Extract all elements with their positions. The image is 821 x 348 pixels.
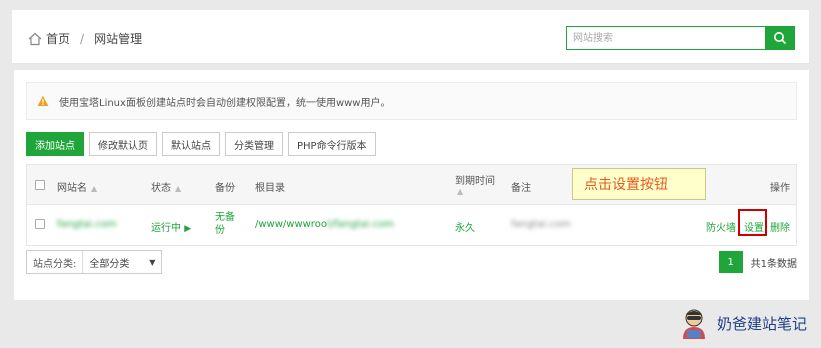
sort-arrow-icon: ▲ [175, 184, 182, 193]
breadcrumb: 首页 / 网站管理 [28, 30, 142, 47]
expiry-value[interactable]: 永久 [455, 219, 475, 234]
default-site-button[interactable]: 默认站点 [162, 132, 220, 156]
root-dir-prefix: /www/wwwroo [255, 219, 327, 230]
developer-avatar-icon [682, 309, 705, 339]
category-manage-button[interactable]: 分类管理 [225, 132, 283, 156]
select-all-checkbox[interactable] [35, 180, 45, 190]
category-select[interactable]: 全部分类 ▼ [83, 251, 161, 273]
status-text: 运行中 [151, 223, 181, 234]
status-toggle[interactable]: 运行中 ▶ [151, 219, 191, 234]
remark-field[interactable]: fangtai.com [511, 219, 571, 230]
action-toolbar: 添加站点 修改默认页 默认站点 分类管理 PHP命令行版本 [26, 132, 381, 156]
search-input[interactable] [566, 26, 765, 50]
col-operation: 操作 [770, 183, 790, 194]
search-button[interactable] [765, 26, 795, 50]
col-expiry-label: 到期时间 [455, 176, 495, 187]
breadcrumb-current: 网站管理 [94, 32, 143, 46]
backup-text-1: 无备 [215, 212, 235, 223]
category-filter-label: 站点分类: [27, 251, 84, 273]
add-site-button[interactable]: 添加站点 [26, 132, 84, 156]
col-site-name-label: 网站名 [57, 183, 87, 194]
caret-down-icon: ▼ [149, 257, 156, 267]
row-checkbox[interactable] [35, 219, 45, 229]
sort-arrow-icon: ▲ [457, 187, 464, 196]
backup-link[interactable]: 无备 份 [215, 211, 235, 237]
col-status[interactable]: 状态 ▲ [151, 179, 181, 194]
table-row: fangtai.com 运行中 ▶ 无备 份 /www/wwwroot/fang… [27, 205, 796, 245]
settings-highlight-box [738, 209, 767, 236]
search-icon [774, 32, 787, 45]
firewall-link[interactable]: 防火墙 [706, 219, 736, 234]
watermark-text: 奶爸建站笔记 [716, 314, 807, 333]
col-remark: 备注 [511, 183, 531, 194]
warning-icon [37, 95, 49, 106]
watermark: 奶爸建站笔记 [677, 306, 807, 340]
root-dir-blurred: t/fangtai.com [326, 219, 394, 230]
site-management-panel: 使用宝塔Linux面板创建站点时会自动创建权限配置，统一使用www用户。 添加站… [14, 70, 809, 300]
breadcrumb-separator: / [80, 31, 85, 46]
settings-callout: 点击设置按钮 [572, 168, 706, 200]
page-button-1[interactable]: 1 [718, 251, 743, 273]
sort-arrow-icon: ▲ [91, 184, 98, 193]
search-bar [566, 26, 795, 50]
table-footer: 站点分类: 全部分类 ▼ 1 共1条数据 [26, 250, 797, 274]
col-status-label: 状态 [151, 183, 171, 194]
col-backup: 备份 [215, 183, 235, 194]
home-icon[interactable] [28, 32, 42, 46]
site-name-link[interactable]: fangtai.com [57, 219, 117, 230]
modify-default-page-button[interactable]: 修改默认页 [89, 132, 157, 156]
pagination: 1 共1条数据 [718, 250, 797, 274]
col-expiry[interactable]: 到期时间 ▲ [455, 172, 495, 196]
permission-notice: 使用宝塔Linux面板创建站点时会自动创建权限配置，统一使用www用户。 [26, 82, 797, 120]
php-cli-version-button[interactable]: PHP命令行版本 [288, 132, 376, 156]
root-dir-link[interactable]: /www/wwwroot/fangtai.com [255, 219, 394, 230]
play-icon: ▶ [184, 224, 192, 234]
breadcrumb-home-link[interactable]: 首页 [46, 30, 70, 47]
col-root-dir: 根目录 [255, 183, 285, 194]
category-filter: 站点分类: 全部分类 ▼ [26, 250, 163, 274]
category-select-value: 全部分类 [89, 258, 130, 270]
notice-text: 使用宝塔Linux面板创建站点时会自动创建权限配置，统一使用www用户。 [59, 97, 391, 109]
top-bar: 首页 / 网站管理 [12, 10, 809, 64]
col-site-name[interactable]: 网站名 ▲ [57, 179, 97, 194]
total-count: 共1条数据 [750, 258, 797, 270]
backup-text-2: 份 [215, 225, 225, 236]
delete-link[interactable]: 删除 [770, 219, 790, 234]
